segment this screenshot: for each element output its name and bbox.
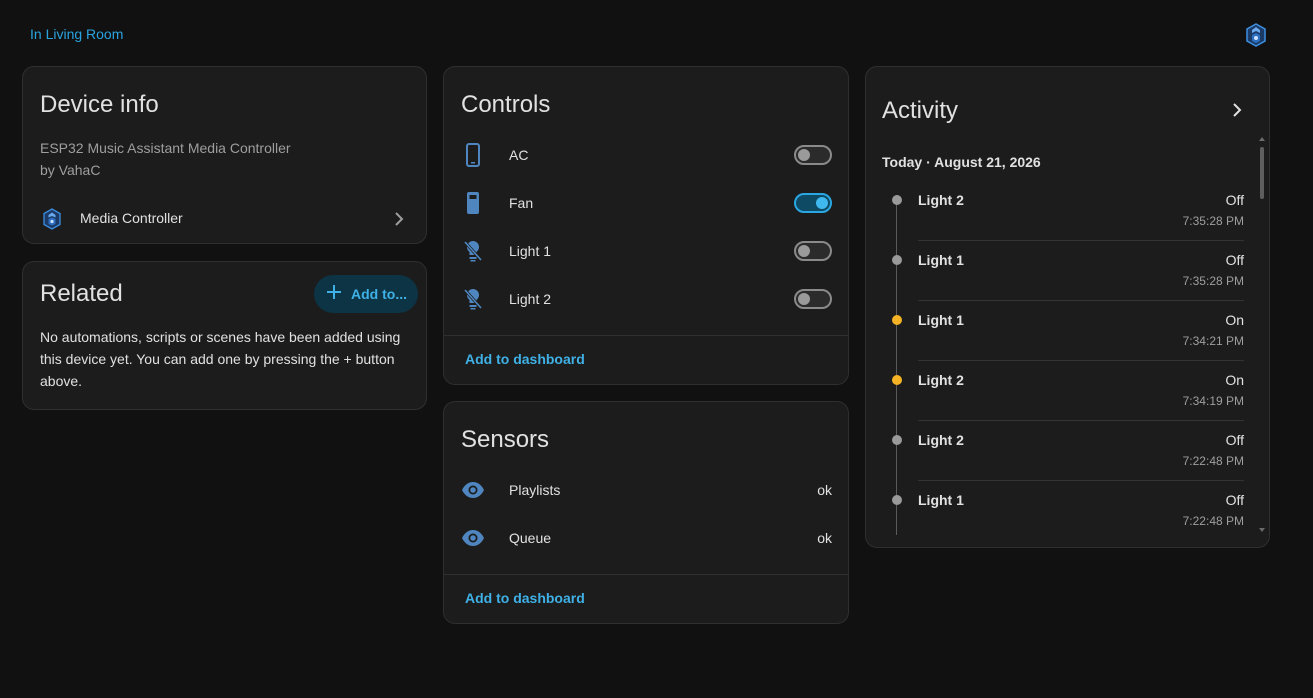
scrollbar-thumb[interactable] bbox=[1260, 147, 1264, 199]
entry-time: 7:22:48 PM bbox=[1182, 454, 1244, 468]
eye-icon bbox=[462, 530, 484, 546]
toggle-knob bbox=[798, 149, 810, 161]
controls-card: Controls AC Fan Light 1 Light 2 Add to d… bbox=[443, 66, 849, 385]
divider bbox=[444, 335, 848, 336]
control-row-ac[interactable]: AC bbox=[444, 135, 848, 175]
entry-time: 7:35:28 PM bbox=[1182, 274, 1244, 288]
device-description: ESP32 Music Assistant Media Controller b… bbox=[40, 137, 291, 181]
toggle-knob bbox=[798, 293, 810, 305]
activity-entry[interactable]: Light 2 Off 7:22:48 PM bbox=[866, 423, 1256, 483]
state-dot bbox=[892, 255, 902, 265]
toggle-switch[interactable] bbox=[794, 241, 832, 261]
sensor-row-playlists[interactable]: Playlists ok bbox=[444, 470, 848, 510]
sensor-label: Playlists bbox=[509, 482, 561, 498]
activity-entry[interactable]: Light 2 Off 7:35:28 PM bbox=[866, 183, 1256, 243]
chevron-right-icon bbox=[395, 212, 404, 226]
control-label: Fan bbox=[509, 195, 534, 211]
device-info-card: Device info ESP32 Music Assistant Media … bbox=[22, 66, 427, 244]
lightbulb-off-icon bbox=[463, 241, 483, 262]
phone-outline-icon bbox=[466, 143, 480, 167]
music-assistant-logo-icon bbox=[43, 208, 61, 230]
related-title: Related bbox=[40, 280, 123, 307]
entry-time: 7:34:19 PM bbox=[1182, 394, 1244, 408]
entry-name: Light 2 bbox=[918, 372, 964, 388]
entry-time: 7:34:21 PM bbox=[1182, 334, 1244, 348]
divider bbox=[918, 360, 1244, 361]
divider bbox=[918, 240, 1244, 241]
activity-entry[interactable]: Light 1 Off 7:22:48 PM bbox=[866, 483, 1256, 537]
control-label: Light 1 bbox=[509, 243, 552, 259]
control-label: AC bbox=[509, 147, 529, 163]
sensors-title: Sensors bbox=[461, 426, 550, 453]
add-to-label: Add to... bbox=[351, 286, 407, 302]
scroll-down-arrow-icon[interactable] bbox=[1259, 528, 1265, 532]
entry-name: Light 1 bbox=[918, 492, 964, 508]
state-dot bbox=[892, 435, 902, 445]
divider bbox=[918, 420, 1244, 421]
lightbulb-off-icon bbox=[463, 289, 483, 310]
sensor-label: Queue bbox=[509, 530, 552, 546]
sensors-card: Sensors Playlists ok Queue ok Add to das… bbox=[443, 401, 849, 624]
related-empty-text: No automations, scripts or scenes have b… bbox=[40, 329, 401, 389]
device-link-row[interactable]: Media Controller bbox=[23, 201, 426, 237]
activity-entry[interactable]: Light 1 Off 7:35:28 PM bbox=[866, 243, 1256, 303]
control-label: Light 2 bbox=[509, 291, 552, 307]
activity-date-heading: Today · August 21, 2026 bbox=[882, 154, 1041, 170]
entry-state: Off bbox=[1225, 252, 1244, 268]
activity-card: Activity Today · August 21, 2026 Light 2… bbox=[865, 66, 1270, 548]
phone-filled-icon bbox=[467, 192, 479, 214]
add-to-button[interactable]: Add to... bbox=[314, 275, 418, 313]
state-dot bbox=[892, 375, 902, 385]
music-assistant-logo-icon[interactable] bbox=[1243, 22, 1269, 48]
activity-entry[interactable]: Light 2 On 7:34:19 PM bbox=[866, 363, 1256, 423]
state-dot bbox=[892, 195, 902, 205]
toggle-switch[interactable] bbox=[794, 145, 832, 165]
area-link[interactable]: In Living Room bbox=[30, 26, 123, 42]
activity-list[interactable]: Today · August 21, 2026 Light 2 Off 7:35… bbox=[866, 137, 1269, 537]
entry-state: On bbox=[1225, 372, 1244, 388]
related-card: Related Add to... No automations, script… bbox=[22, 261, 427, 410]
scrollbar[interactable] bbox=[1257, 137, 1267, 537]
entry-time: 7:35:28 PM bbox=[1182, 214, 1244, 228]
plus-icon bbox=[327, 285, 341, 299]
control-row-light-2[interactable]: Light 2 bbox=[444, 279, 848, 319]
state-dot bbox=[892, 495, 902, 505]
entry-state: Off bbox=[1225, 492, 1244, 508]
control-row-fan[interactable]: Fan bbox=[444, 183, 848, 223]
control-row-light-1[interactable]: Light 1 bbox=[444, 231, 848, 271]
toggle-knob bbox=[798, 245, 810, 257]
device-info-title: Device info bbox=[40, 91, 159, 118]
toggle-switch[interactable] bbox=[794, 193, 832, 213]
chevron-right-icon[interactable] bbox=[1231, 102, 1243, 118]
sensor-row-queue[interactable]: Queue ok bbox=[444, 518, 848, 558]
entry-state: On bbox=[1225, 312, 1244, 328]
divider bbox=[918, 480, 1244, 481]
toggle-knob bbox=[816, 197, 828, 209]
device-name: Media Controller bbox=[80, 210, 183, 226]
entry-name: Light 2 bbox=[918, 192, 964, 208]
add-to-dashboard-button[interactable]: Add to dashboard bbox=[465, 590, 585, 606]
add-to-dashboard-button[interactable]: Add to dashboard bbox=[465, 351, 585, 367]
state-dot bbox=[892, 315, 902, 325]
entry-name: Light 1 bbox=[918, 312, 964, 328]
device-model: ESP32 Music Assistant Media Controller bbox=[40, 140, 291, 156]
device-manufacturer: by VahaC bbox=[40, 162, 101, 178]
divider bbox=[444, 574, 848, 575]
entry-state: Off bbox=[1225, 192, 1244, 208]
activity-entry[interactable]: Light 1 On 7:34:21 PM bbox=[866, 303, 1256, 363]
toggle-switch[interactable] bbox=[794, 289, 832, 309]
sensor-value: ok bbox=[817, 482, 832, 498]
scroll-up-arrow-icon[interactable] bbox=[1259, 137, 1265, 141]
sensor-value: ok bbox=[817, 530, 832, 546]
eye-icon bbox=[462, 482, 484, 498]
entry-time: 7:22:48 PM bbox=[1182, 514, 1244, 528]
divider bbox=[918, 300, 1244, 301]
controls-title: Controls bbox=[461, 91, 551, 118]
activity-title: Activity bbox=[882, 97, 959, 124]
entry-name: Light 1 bbox=[918, 252, 964, 268]
entry-state: Off bbox=[1225, 432, 1244, 448]
entry-name: Light 2 bbox=[918, 432, 964, 448]
